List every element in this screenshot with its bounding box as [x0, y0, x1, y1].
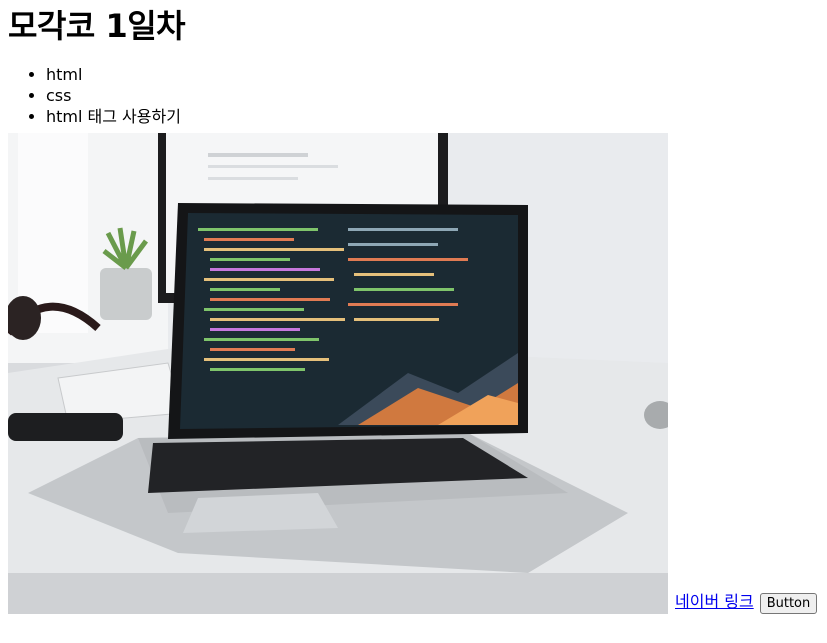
- list-item: html: [46, 64, 819, 85]
- list-item: html 태그 사용하기: [46, 106, 819, 127]
- page-title: 모각코 1일차: [8, 7, 186, 45]
- content-row: 네이버 링크 Button: [8, 133, 819, 614]
- topic-list: html css html 태그 사용하기: [8, 64, 819, 127]
- naver-link[interactable]: 네이버 링크: [675, 592, 754, 612]
- laptop-image: [8, 133, 668, 614]
- action-button[interactable]: Button: [759, 593, 818, 614]
- list-item: css: [46, 85, 819, 106]
